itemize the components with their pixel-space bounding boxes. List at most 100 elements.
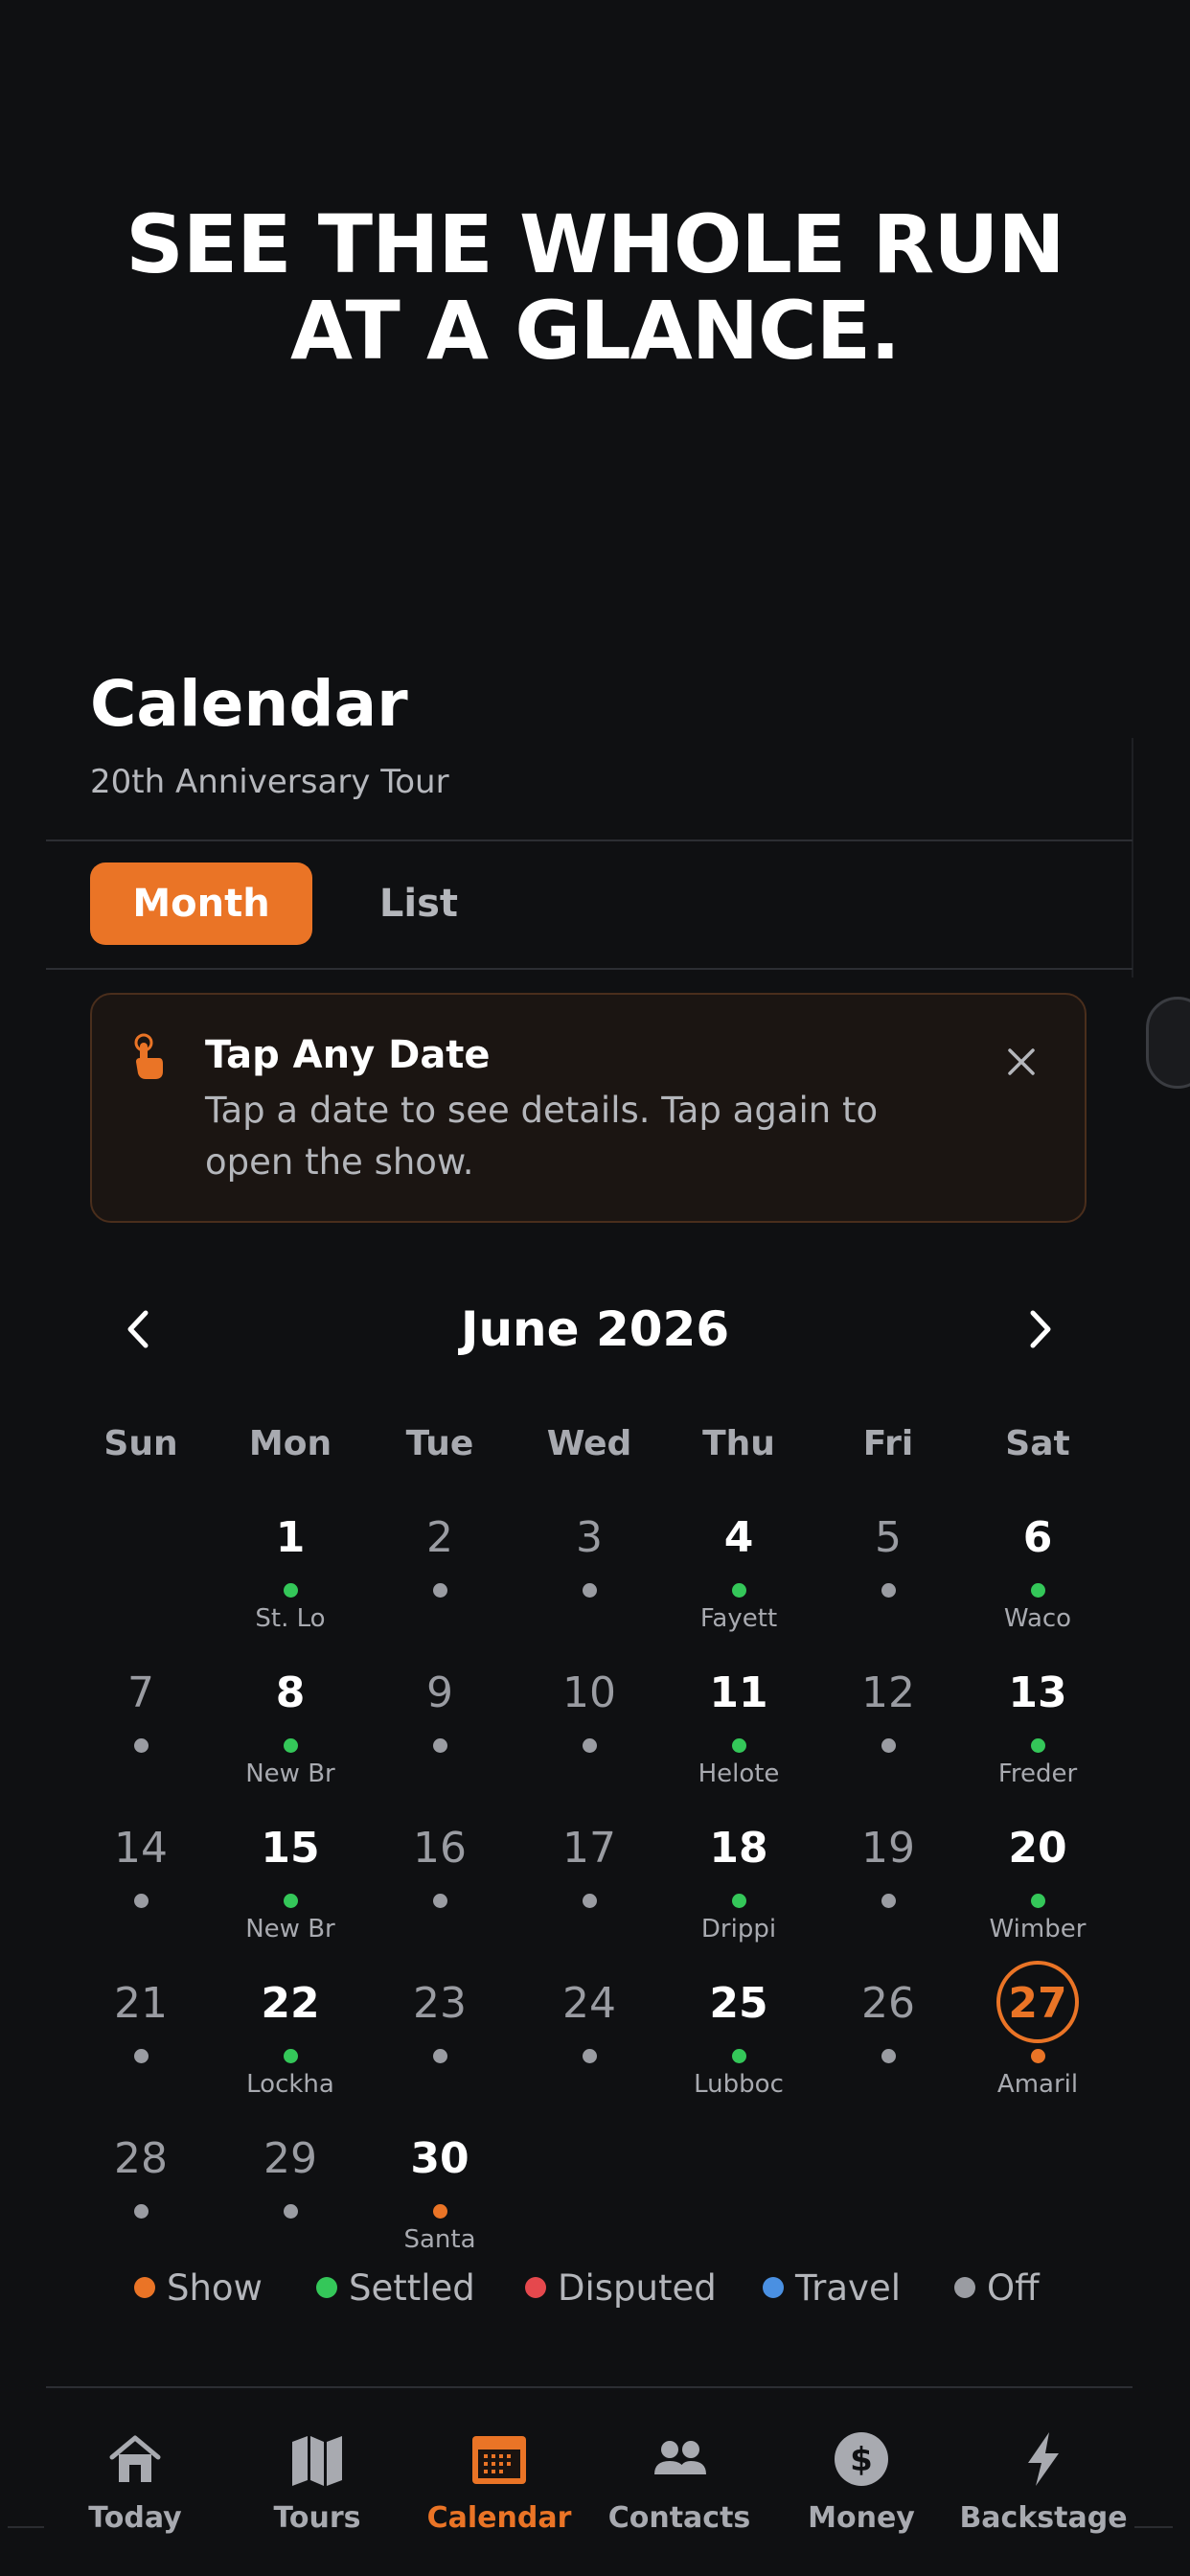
tab-contacts[interactable]: Contacts [588,2430,770,2545]
day-number: 3 [576,1513,603,1562]
calendar-day-10[interactable]: 10 [515,1664,664,1819]
calendar-day-11[interactable]: 11 Helote [664,1664,813,1819]
status-dot [284,2049,298,2063]
tab-label: Backstage [959,2501,1128,2535]
day-number: 8 [275,1668,306,1717]
weekday-tue: Tue [405,1424,474,1463]
tab-backstage[interactable]: Backstage [952,2430,1134,2545]
status-dot [583,1894,597,1908]
calendar-day-16[interactable]: 16 [365,1819,515,1974]
day-number: 16 [413,1824,467,1873]
calendar-day-29[interactable]: 29 [216,2129,365,2285]
venue-label: St. Lo [255,1604,326,1633]
day-number: 11 [709,1668,768,1717]
venue-label: Wimber [989,1915,1087,1944]
calendar-day-17[interactable]: 17 [515,1819,664,1974]
status-dot [433,2204,447,2219]
tab-money[interactable]: $ Money [770,2430,952,2545]
calendar-day-14[interactable]: 14 [66,1819,216,1974]
calendar-day-25[interactable]: 25 Lubboc [664,1974,813,2129]
calendar-day-26[interactable]: 26 [813,1974,963,2129]
day-number: 24 [562,1979,616,2028]
day-number: 6 [1022,1513,1053,1562]
status-dot [881,2049,896,2063]
day-number: 20 [1008,1824,1067,1873]
status-dot [134,2049,149,2063]
calendar-day-28[interactable]: 28 [66,2129,216,2285]
calendar-day-27[interactable]: 27 Amaril [963,1961,1112,2129]
tabbar-divider [46,2386,1133,2388]
status-dot [881,1738,896,1753]
day-number: 25 [709,1979,768,2028]
hero-headline: SEE THE WHOLE RUN AT A GLANCE. [0,201,1190,374]
day-number: 27 [1008,1979,1067,2028]
weekday-sat: Sat [1005,1424,1070,1463]
calendar-day-3[interactable]: 3 [515,1508,664,1664]
calendar-day-6[interactable]: 6 Waco [963,1508,1112,1664]
venue-label: Helote [698,1760,780,1788]
calendar-day-23[interactable]: 23 [365,1974,515,2129]
calendar-day-1[interactable]: 1 St. Lo [216,1508,365,1664]
hero-line-1: SEE THE WHOLE RUN [126,197,1064,291]
tab-label: Contacts [607,2501,751,2535]
calendar-day-30[interactable]: 30 Santa [365,2129,515,2285]
close-icon[interactable] [1002,1043,1041,1081]
tab-today[interactable]: Today [44,2430,226,2545]
day-number: 19 [861,1824,915,1873]
legend-label: Show [167,2266,263,2309]
hero-line-2: AT A GLANCE. [289,284,901,378]
calendar-day-9[interactable]: 9 [365,1664,515,1819]
status-dot [881,1894,896,1908]
venue-label: Amaril [996,2070,1079,2099]
legend-label: Settled [349,2266,475,2309]
legend-label: Disputed [558,2266,717,2309]
tip-body: Tap a date to see details. Tap again to … [205,1090,879,1183]
calendar-day-15[interactable]: 15 New Br [216,1819,365,1974]
calendar-day-12[interactable]: 12 [813,1664,963,1819]
status-dot [284,1583,298,1598]
day-number: 30 [410,2134,469,2183]
day-number: 18 [709,1824,768,1873]
weekday-mon: Mon [248,1424,332,1463]
day-number: 15 [261,1824,320,1873]
tab-list[interactable]: List [347,862,491,945]
day-number: 10 [562,1668,616,1717]
weekday-sun: Sun [103,1424,178,1463]
calendar-day-19[interactable]: 19 [813,1819,963,1974]
calendar-day-22[interactable]: 22 Lockha [216,1974,365,2129]
calendar-day-8[interactable]: 8 New Br [216,1664,365,1819]
calendar-day-4[interactable]: 4 Fayett [664,1508,813,1664]
tip-card: Tap Any Date Tap a date to see details. … [90,993,1087,1223]
status-dot [1031,2049,1045,2063]
status-dot [284,2204,298,2219]
legend-dot [134,2277,155,2298]
tab-calendar[interactable]: Calendar [408,2430,590,2545]
status-dot [284,1894,298,1908]
calendar-day-7[interactable]: 7 [66,1664,216,1819]
calendar-day-20[interactable]: 20 Wimber [963,1819,1112,1974]
calendar-day-21[interactable]: 21 [66,1974,216,2129]
legend-dot [316,2277,337,2298]
calendar-day-2[interactable]: 2 [365,1508,515,1664]
day-number: 21 [114,1979,168,2028]
day-number: 23 [413,1979,467,2028]
status-dot [433,2049,447,2063]
calendar-day-24[interactable]: 24 [515,1974,664,2129]
legend-dot [525,2277,546,2298]
status-dot [732,2049,746,2063]
chevron-right-icon[interactable] [1016,1305,1064,1353]
calendar-day-5[interactable]: 5 [813,1508,963,1664]
house-icon [109,2435,161,2482]
calendar-day-18[interactable]: 18 Drippi [664,1819,813,1974]
status-dot [732,1894,746,1908]
side-handle[interactable] [1146,997,1190,1089]
calendar-day-13[interactable]: 13 Freder [963,1664,1112,1819]
status-dot [732,1738,746,1753]
tab-label: Calendar [426,2501,572,2535]
venue-label: New Br [245,1915,335,1944]
status-dot [134,2204,149,2219]
tab-tours[interactable]: Tours [226,2430,408,2545]
weekday-thu: Thu [702,1424,775,1463]
tip-title: Tap Any Date [205,1033,491,1077]
tab-month[interactable]: Month [90,862,312,945]
